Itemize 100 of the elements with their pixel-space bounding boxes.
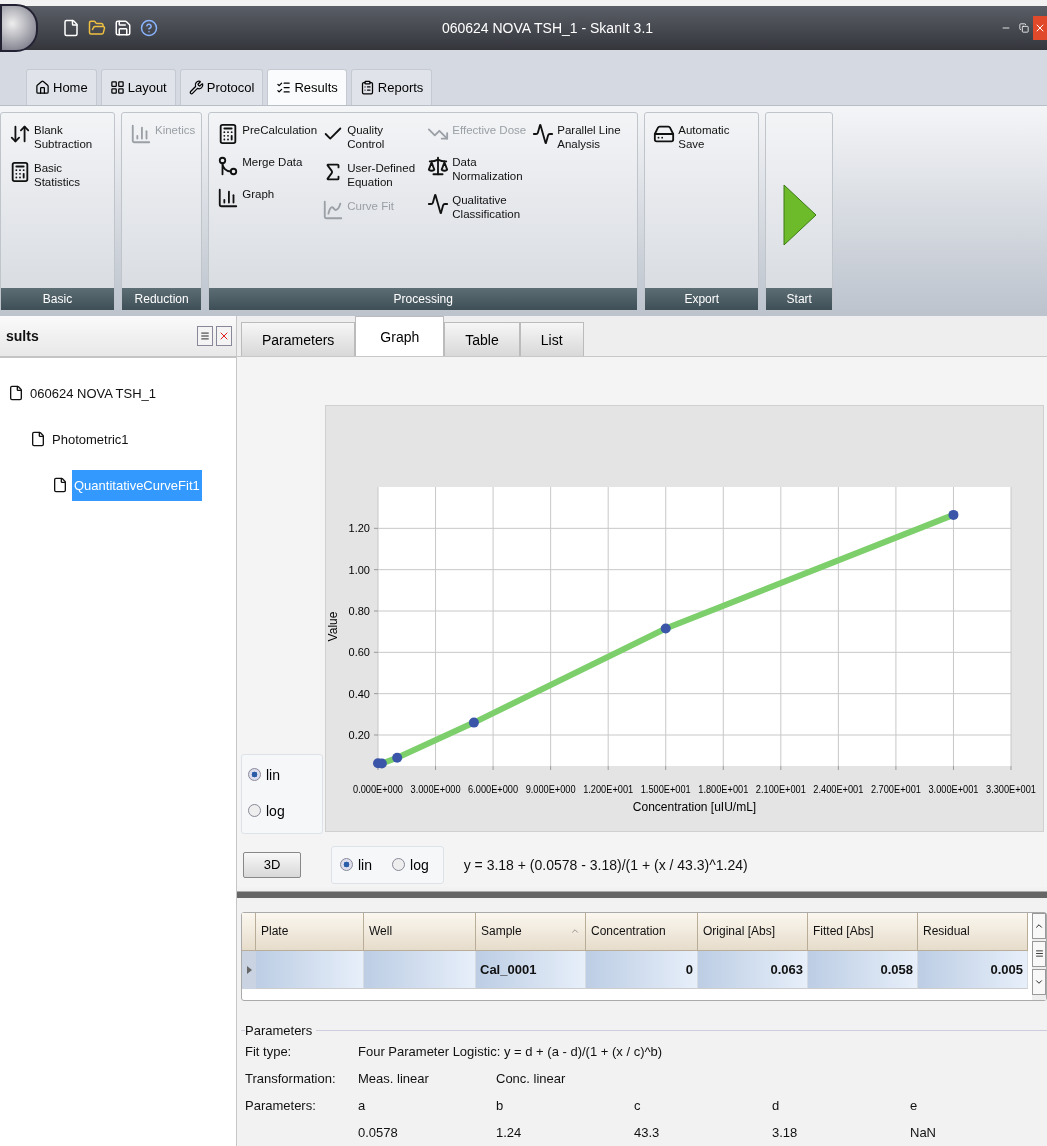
list-icon xyxy=(276,80,292,95)
table-cell: 0 xyxy=(586,950,698,989)
ribbon-command[interactable]: User-Defined Equation xyxy=(322,161,422,189)
ribbon-command[interactable]: Parallel Line Analysis xyxy=(532,123,632,151)
row-header[interactable] xyxy=(242,950,256,989)
scale-icon xyxy=(427,155,450,177)
play-icon xyxy=(782,183,819,247)
help-icon[interactable] xyxy=(140,19,158,37)
section-title: Parameters xyxy=(245,1023,314,1038)
y-tick-label: 0.20 xyxy=(348,728,370,741)
home-icon xyxy=(35,80,50,95)
bar-chart-icon xyxy=(217,187,240,209)
close-panel-button[interactable] xyxy=(216,326,232,346)
ribbon-command[interactable]: Blank Subtraction xyxy=(9,123,108,151)
data-point xyxy=(392,752,403,763)
y-tick-label: 1.20 xyxy=(348,522,370,535)
y-tick-label: 1.00 xyxy=(348,563,370,576)
y-tick-label: 0.40 xyxy=(348,687,370,700)
y-tick-label: 0.80 xyxy=(348,604,370,617)
column-header[interactable]: Residual xyxy=(918,912,1028,951)
ribbon-command[interactable]: Qualitative Classification xyxy=(427,193,527,221)
curve-icon xyxy=(322,199,345,221)
tree-item[interactable]: Photometric1 xyxy=(50,423,131,455)
group-label: Processing xyxy=(209,288,638,310)
parameter-label: Parameters: xyxy=(245,1098,317,1113)
ribbon-command[interactable]: Basic Statistics xyxy=(9,161,108,189)
restore-icon xyxy=(1019,23,1029,33)
merge-icon xyxy=(217,155,240,177)
y-axis-title: Value xyxy=(326,611,340,642)
ribbon-command[interactable]: Data Normalization xyxy=(427,155,527,183)
close-icon xyxy=(218,330,230,342)
y-tick-label: 0.60 xyxy=(348,646,370,659)
view-tab[interactable]: Parameters xyxy=(241,322,356,356)
column-header[interactable]: Concentration xyxy=(586,912,698,951)
grid-icon xyxy=(109,80,125,95)
row-pointer-icon xyxy=(246,965,252,974)
group-label: Export xyxy=(645,288,759,310)
column-header[interactable]: Fitted [Abs] xyxy=(808,912,918,951)
splitter-bar[interactable] xyxy=(237,891,1047,898)
parameter-value: Meas. linear xyxy=(358,1071,430,1086)
view-tab[interactable]: List xyxy=(519,322,584,356)
scroll-thumb[interactable] xyxy=(1032,940,1046,967)
scroll-up-button[interactable] xyxy=(1032,912,1046,939)
table-cell: 0.005 xyxy=(918,950,1028,989)
wrench-icon xyxy=(188,80,204,95)
radio-option[interactable]: log xyxy=(248,802,312,819)
column-header[interactable]: Sample xyxy=(476,912,586,951)
panel-title: sults xyxy=(6,328,40,344)
parameter-value: NaN xyxy=(910,1125,937,1140)
column-header[interactable]: Plate xyxy=(256,912,364,951)
header-corner xyxy=(242,912,256,951)
tree-item[interactable]: 060624 NOVA TSH_1 xyxy=(28,377,158,409)
parameter-label: Fit type: xyxy=(245,1044,293,1059)
parameter-value: a xyxy=(358,1098,367,1113)
ribbon-command[interactable]: Automatic Save xyxy=(653,123,753,151)
ribbon-tab[interactable]: Home xyxy=(26,69,97,105)
chart-icon xyxy=(130,123,152,145)
ribbon-command[interactable]: Merge Data xyxy=(217,155,317,177)
node-icon xyxy=(30,431,46,447)
node-icon xyxy=(52,477,68,493)
ribbon-tab[interactable]: Results xyxy=(267,69,347,105)
x-tick-label: 3.300E+001 xyxy=(986,782,1043,795)
table-cell: 0.058 xyxy=(808,950,918,989)
group-label: Start xyxy=(766,288,833,310)
close-button[interactable] xyxy=(1033,16,1047,40)
radio-option[interactable]: log xyxy=(392,856,429,873)
parameter-value: 0.0578 xyxy=(358,1125,399,1140)
scroll-down-button[interactable] xyxy=(1032,968,1046,995)
ribbon-command[interactable]: PreCalculation xyxy=(217,123,317,145)
parameter-label: Transformation: xyxy=(245,1071,337,1086)
window-title: 060624 NOVA TSH_1 - SkanIt 3.1 xyxy=(440,20,655,36)
data-point xyxy=(376,758,387,769)
view-tab[interactable]: Table xyxy=(444,322,520,356)
folder-icon[interactable] xyxy=(88,19,106,37)
parameter-value: b xyxy=(496,1098,505,1113)
ribbon-tab[interactable]: Layout xyxy=(100,69,176,105)
data-point xyxy=(468,717,479,728)
view-tab[interactable]: Graph xyxy=(355,316,445,356)
new-file-icon[interactable] xyxy=(62,19,80,37)
data-point xyxy=(948,509,959,520)
column-header[interactable]: Well xyxy=(364,912,476,951)
x-axis-title: Concentration [uIU/mL] xyxy=(632,799,757,814)
ribbon-command[interactable]: Quality Control xyxy=(322,123,422,151)
equation-text: y = 3.18 + (0.0578 - 3.18)/(1 + (x / 43.3)^1.24) xyxy=(463,856,748,873)
group-label: Basic xyxy=(1,288,114,310)
clipboard-icon xyxy=(359,80,375,95)
pin-button[interactable] xyxy=(197,326,213,346)
close-icon xyxy=(1034,22,1046,34)
parameter-value: e xyxy=(910,1098,919,1113)
three-d-button[interactable]: 3D xyxy=(243,851,301,878)
radio-option[interactable]: lin xyxy=(248,766,312,783)
parameter-value: Conc. linear xyxy=(496,1071,567,1086)
data-point xyxy=(660,623,671,634)
column-header[interactable]: Original [Abs] xyxy=(698,912,808,951)
group-label: Reduction xyxy=(122,288,202,310)
ribbon-tab[interactable]: Reports xyxy=(350,69,433,105)
ribbon-tab[interactable]: Protocol xyxy=(179,69,264,105)
radio-option[interactable]: lin xyxy=(340,856,372,873)
ribbon-command[interactable]: Graph xyxy=(217,187,317,209)
app-menu-orb[interactable] xyxy=(0,4,38,52)
